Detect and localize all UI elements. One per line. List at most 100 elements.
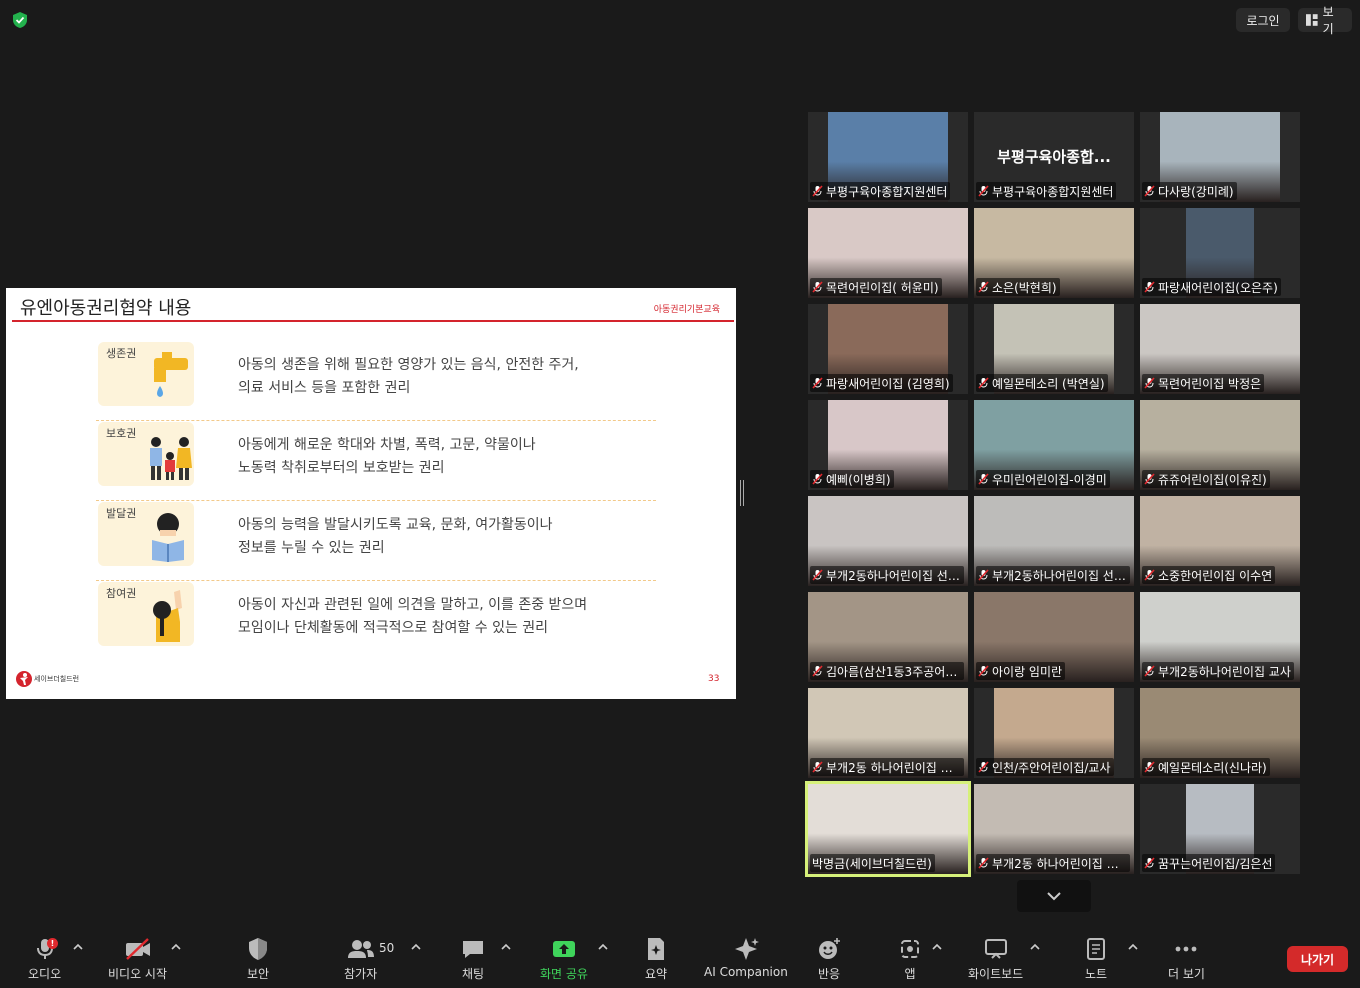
view-button[interactable]: 보기 — [1298, 5, 1352, 36]
row-text: 아동에게 해로운 학대와 차별, 폭력, 고문, 약물이나 노동력 착취로부터의… — [238, 434, 536, 480]
participant-name: 부개2동하나어린이집 교사 — [1158, 664, 1291, 679]
participant-name-label: 소은(박현희) — [976, 278, 1060, 296]
row-text: 아동의 생존을 위해 필요한 영양가 있는 음식, 안전한 주거, 의료 서비스… — [238, 354, 579, 400]
participant-tile[interactable]: 쥬쥬어린이집(이유진) — [1140, 400, 1300, 490]
participant-name-label: 파랑새어린이집 (김영희) — [810, 374, 953, 392]
mic-muted-icon — [1144, 665, 1155, 677]
participant-tile[interactable]: 부개2동하나어린이집 선생님 — [974, 496, 1134, 586]
row-separator — [96, 420, 656, 421]
participant-tile[interactable]: 목련어린이집 박정은 — [1140, 304, 1300, 394]
mic-muted-icon — [812, 281, 823, 293]
view-label: 보기 — [1322, 5, 1334, 36]
participant-tile[interactable]: 소은(박현희) — [974, 208, 1134, 298]
mic-muted-icon — [978, 473, 989, 485]
row-line-1: 아동에게 해로운 학대와 차별, 폭력, 고문, 약물이나 — [238, 437, 536, 453]
participant-tile[interactable]: 부개2동 하나어린이집 교사 — [974, 784, 1134, 874]
reading-child-icon — [152, 513, 184, 562]
row-line-2: 의료 서비스 등을 포함한 권리 — [238, 380, 411, 396]
ai-companion-button[interactable]: AI Companion — [704, 936, 788, 979]
participant-tile[interactable]: 소중한어린이집 이수연 — [1140, 496, 1300, 586]
participant-name-label: 부개2동하나어린이집 선생님 — [810, 566, 964, 584]
chat-options-caret-icon[interactable] — [500, 942, 512, 952]
mic-muted-icon — [1144, 377, 1155, 389]
reactions-button[interactable]: 반응 — [816, 936, 842, 982]
mic-muted-icon — [978, 857, 989, 869]
more-dots-icon — [1176, 946, 1197, 952]
right-row-protection: 보호권 아동에게 해로운 학대와 차별, 폭력, 고문, 약물이나 노동력 착취… — [96, 422, 656, 502]
share-screen-icon — [552, 941, 575, 957]
video-start-button[interactable]: 비디오 시작 — [108, 936, 167, 982]
participant-tile[interactable]: 다사랑(강미례) — [1140, 112, 1300, 202]
participant-name: 부평구육아종합지원센터 — [992, 184, 1114, 199]
split-view-divider[interactable] — [740, 480, 744, 506]
mic-muted-icon — [978, 185, 989, 197]
participant-tile[interactable]: 예일몬테소리 (박연실) — [974, 304, 1134, 394]
participants-icon — [347, 940, 374, 958]
view-grid-icon — [1306, 14, 1318, 26]
row-line-2: 노동력 착취로부터의 보호받는 권리 — [238, 460, 445, 476]
leave-meeting-button[interactable]: 나가기 — [1287, 946, 1348, 972]
encryption-shield-icon[interactable] — [10, 10, 30, 30]
participant-tile[interactable]: 박명금(세이브더칠드런) — [805, 781, 971, 877]
participants-options-caret-icon[interactable] — [410, 942, 422, 952]
notes-options-caret-icon[interactable] — [1127, 942, 1139, 952]
participant-tile[interactable]: 예삐(이병희) — [808, 400, 968, 490]
participants-button[interactable]: 참가자 — [344, 936, 377, 982]
participant-name: 예일몬테소리 (박연실) — [992, 376, 1105, 391]
participants-count: 50 — [379, 941, 395, 955]
security-shield-icon — [249, 938, 267, 960]
participant-name-label: 김아름(삼산1동3주공어린이집) — [810, 662, 964, 680]
audio-options-caret-icon[interactable] — [72, 942, 84, 952]
row-text: 아동이 자신과 관련된 일에 의견을 말하고, 이를 존중 받으며 모임이나 단… — [238, 594, 587, 640]
participant-tile[interactable]: 꿈꾸는어린이집/김은선 — [1140, 784, 1300, 874]
login-button[interactable]: 로그인 — [1236, 8, 1290, 32]
share-options-caret-icon[interactable] — [597, 942, 609, 952]
mic-muted-icon — [1144, 569, 1155, 581]
login-label: 로그인 — [1246, 13, 1280, 28]
participant-name-label: 부개2동 하나어린이집 교사 — [976, 854, 1130, 872]
summary-button[interactable]: 요약 — [644, 936, 668, 982]
security-button[interactable]: 보안 — [246, 936, 270, 982]
apps-label: 앱 — [904, 967, 916, 981]
participant-tile[interactable]: 파랑새어린이집 (김영희) — [808, 304, 968, 394]
participant-tile[interactable]: 우미린어린이집-이경미 — [974, 400, 1134, 490]
save-the-children-logo-icon — [16, 671, 32, 687]
participant-name-label: 아이랑 임미란 — [976, 662, 1066, 680]
participant-tile[interactable]: 아이랑 임미란 — [974, 592, 1134, 682]
participant-tile[interactable]: 파랑새어린이집(오은주) — [1140, 208, 1300, 298]
notes-button[interactable]: 노트 — [1084, 936, 1108, 982]
participant-name-label: 우미린어린이집-이경미 — [976, 470, 1110, 488]
apps-options-caret-icon[interactable] — [931, 942, 943, 952]
development-tile: 발달권 — [98, 502, 194, 566]
survival-tile: 생존권 — [98, 342, 194, 406]
participant-tile[interactable]: 부평구육아종합... 부평구육아종합지원센터 — [974, 112, 1134, 202]
chat-button[interactable]: 채팅 — [460, 936, 486, 982]
whiteboard-options-caret-icon[interactable] — [1029, 942, 1041, 952]
mic-muted-icon — [812, 569, 823, 581]
participant-name-label: 부평구육아종합지원센터 — [810, 182, 951, 200]
participant-tile[interactable]: 예일몬테소리(신나라) — [1140, 688, 1300, 778]
participant-tile[interactable]: 인천/주안어린이집/교사 — [974, 688, 1134, 778]
participant-tile[interactable]: 부개2동 하나어린이집 교사 — [808, 688, 968, 778]
raised-hand-child-icon — [153, 590, 182, 642]
participant-name: 목련어린이집( 허윤미) — [826, 280, 939, 295]
participant-tile[interactable]: 목련어린이집( 허윤미) — [808, 208, 968, 298]
share-screen-button[interactable]: 화면 공유 — [540, 936, 588, 982]
participant-tile[interactable]: 부개2동하나어린이집 교사 — [1140, 592, 1300, 682]
mic-muted-icon — [978, 761, 989, 773]
slide-tag: 아동권리기본교육 — [653, 305, 720, 315]
participant-name-label: 다사랑(강미례) — [1142, 182, 1237, 200]
chevron-down-icon — [1047, 892, 1061, 901]
whiteboard-button[interactable]: 화이트보드 — [968, 936, 1023, 982]
participant-name-label: 예삐(이병희) — [810, 470, 894, 488]
apps-button[interactable]: 앱 — [900, 936, 920, 982]
participant-tile[interactable]: 부평구육아종합지원센터 — [808, 112, 968, 202]
more-button[interactable]: 더 보기 — [1168, 936, 1205, 982]
mic-muted-icon — [978, 569, 989, 581]
gallery-next-page-button[interactable] — [1017, 880, 1091, 912]
participant-name: 박명금(세이브더칠드런) — [812, 856, 932, 871]
video-options-caret-icon[interactable] — [170, 942, 182, 952]
participant-tile[interactable]: 김아름(삼산1동3주공어린이집) — [808, 592, 968, 682]
participant-tile[interactable]: 부개2동하나어린이집 선생님 — [808, 496, 968, 586]
video-off-icon — [125, 938, 150, 960]
